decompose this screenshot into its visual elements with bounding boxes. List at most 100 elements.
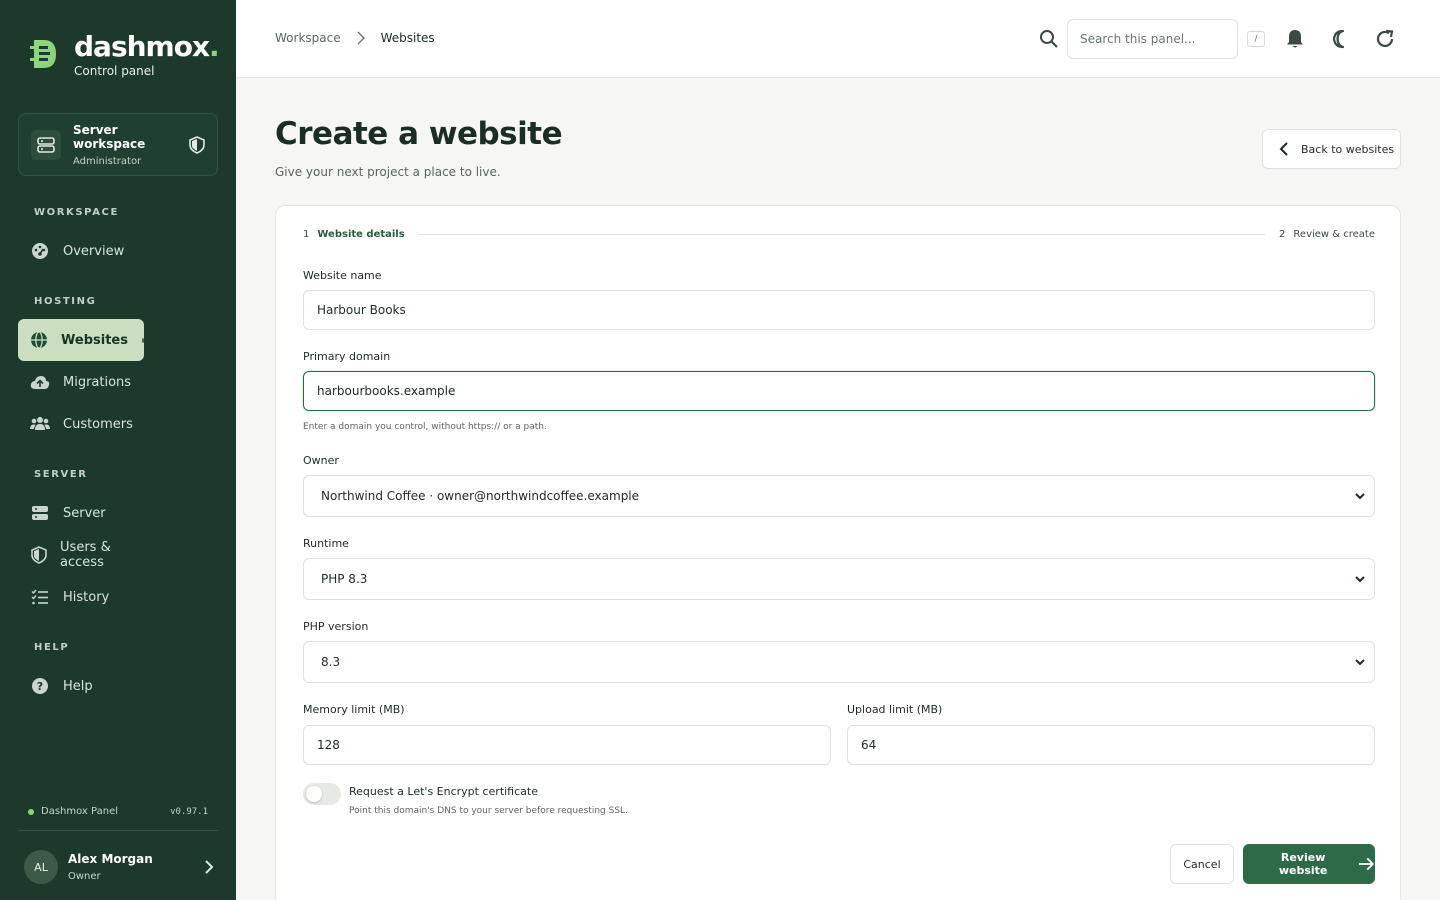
sidebar-item-help[interactable]: ? Help [18, 665, 144, 707]
workspace-role: Administrator [73, 155, 142, 167]
sidebar-item-history[interactable]: History [18, 576, 144, 618]
shield-icon [189, 135, 205, 154]
owner-select[interactable]: Northwind Coffee · owner@northwindcoffee… [303, 475, 1375, 517]
sidebar-item-overview[interactable]: Overview [18, 230, 144, 272]
sidebar-divider [18, 830, 218, 831]
dark-mode-moon-icon[interactable] [1328, 28, 1350, 50]
panel-status: Dashmox Panel v0.97.1 [28, 806, 208, 817]
runtime-select-value: PHP 8.3 [321, 572, 368, 586]
sidebar-item-label: Help [63, 678, 93, 694]
ssl-toggle-knob [306, 786, 322, 802]
stepper-line [418, 234, 1266, 235]
review-website-label: Review website [1278, 851, 1328, 877]
help-circle-icon: ? [30, 676, 50, 696]
search-input[interactable] [1067, 19, 1238, 59]
status-online-dot [28, 808, 34, 815]
search-icon[interactable] [1039, 29, 1059, 49]
sidebar-item-label: Migrations [63, 374, 132, 390]
chevron-down-icon [1355, 576, 1365, 583]
sidebar-item-websites[interactable]: Websites [18, 319, 144, 361]
website-name-label: Website name [303, 269, 382, 282]
svg-text:?: ? [37, 680, 43, 693]
sidebar-item-label: Customers [63, 416, 133, 432]
memory-limit-input[interactable] [303, 725, 831, 765]
user-menu[interactable]: AL Alex Morgan Owner [24, 850, 214, 884]
ssl-toggle-label: Request a Let's Encrypt certificate [349, 785, 538, 798]
runtime-label: Runtime [303, 537, 349, 550]
upload-limit-label: Upload limit (MB) [847, 703, 943, 716]
sidebar-item-label: History [63, 589, 110, 605]
step-1-number: 1 [303, 229, 310, 240]
active-indicator-dot [141, 337, 144, 343]
users-icon [30, 414, 50, 434]
owner-label: Owner [303, 454, 339, 467]
chevron-down-icon [1355, 493, 1365, 500]
server-icon [30, 503, 50, 523]
list-check-icon [30, 587, 50, 607]
refresh-icon[interactable] [1374, 28, 1396, 50]
breadcrumb-workspace[interactable]: Workspace [275, 31, 341, 45]
avatar: AL [24, 850, 58, 884]
sidebar: dashmox. Control panel Server workspace … [0, 0, 236, 900]
page-title: Create a website [275, 116, 563, 152]
sidebar-item-users-access[interactable]: Users & access [18, 534, 144, 576]
nav-section-hosting: HOSTING [34, 296, 97, 307]
dashmox-logo-icon [30, 40, 56, 68]
sidebar-item-customers[interactable]: Customers [18, 403, 144, 445]
brand[interactable]: dashmox. Control panel [30, 30, 220, 78]
primary-domain-label: Primary domain [303, 350, 391, 363]
dashboard-gauge-icon [30, 241, 50, 261]
primary-domain-input[interactable] [303, 371, 1375, 411]
back-to-websites-button[interactable]: Back to websites [1262, 129, 1401, 169]
website-name-input[interactable] [303, 290, 1375, 330]
create-website-form: 1 Website details 2 Review & create Webs… [275, 205, 1401, 900]
sidebar-item-label: Overview [63, 243, 125, 259]
user-name: Alex Morgan [68, 852, 153, 866]
brand-name: dashmox. [74, 30, 220, 63]
breadcrumb-websites: Websites [380, 31, 435, 45]
php-version-select-value: 8.3 [321, 655, 341, 669]
sidebar-item-label: Users & access [60, 540, 111, 570]
nav-section-server: SERVER [34, 469, 88, 480]
ssl-toggle[interactable] [303, 783, 341, 805]
page-subtitle: Give your next project a place to live. [275, 165, 501, 179]
php-version-label: PHP version [303, 620, 369, 633]
review-website-button[interactable]: Review website [1243, 844, 1375, 884]
primary-domain-hint: Enter a domain you control, without http… [303, 422, 547, 432]
brand-subtitle: Control panel [74, 64, 155, 78]
workspace-switcher[interactable]: Server workspace Administrator [18, 113, 218, 176]
cloud-upload-icon [30, 372, 50, 392]
ssl-toggle-hint: Point this domain's DNS to your server b… [349, 806, 628, 816]
breadcrumb: Workspace Websites [275, 31, 435, 45]
step-2-label: Review & create [1293, 229, 1375, 240]
notifications-bell-icon[interactable] [1284, 28, 1306, 50]
step-2-number: 2 [1279, 229, 1286, 240]
globe-icon [30, 330, 48, 350]
back-button-label: Back to websites [1301, 142, 1395, 156]
stepper: 1 Website details 2 Review & create [303, 229, 1375, 240]
sidebar-item-label: Server [63, 505, 106, 521]
memory-limit-label: Memory limit (MB) [303, 703, 405, 716]
server-icon [31, 129, 61, 160]
chevron-left-icon [1279, 142, 1288, 156]
shield-icon [30, 545, 47, 565]
workspace-title: Server workspace [73, 122, 146, 151]
php-version-select[interactable]: 8.3 [303, 641, 1375, 683]
topbar: Workspace Websites / [236, 0, 1440, 78]
panel-name: Dashmox Panel [41, 806, 119, 817]
upload-limit-input[interactable] [847, 725, 1375, 765]
chevron-down-icon [1355, 659, 1365, 666]
chevron-right-icon [357, 31, 365, 45]
runtime-select[interactable]: PHP 8.3 [303, 558, 1375, 600]
sidebar-item-migrations[interactable]: Migrations [18, 361, 144, 403]
cancel-button[interactable]: Cancel [1170, 844, 1234, 884]
step-1-label: Website details [317, 229, 405, 240]
sidebar-item-server[interactable]: Server [18, 492, 144, 534]
sidebar-item-label: Websites [61, 332, 128, 348]
nav-section-help: HELP [34, 642, 70, 653]
search-shortcut-hint: / [1247, 31, 1265, 47]
chevron-right-icon [205, 860, 214, 874]
panel-version: v0.97.1 [170, 806, 208, 817]
owner-select-value: Northwind Coffee · owner@northwindcoffee… [321, 489, 640, 503]
user-role: Owner [68, 871, 101, 882]
